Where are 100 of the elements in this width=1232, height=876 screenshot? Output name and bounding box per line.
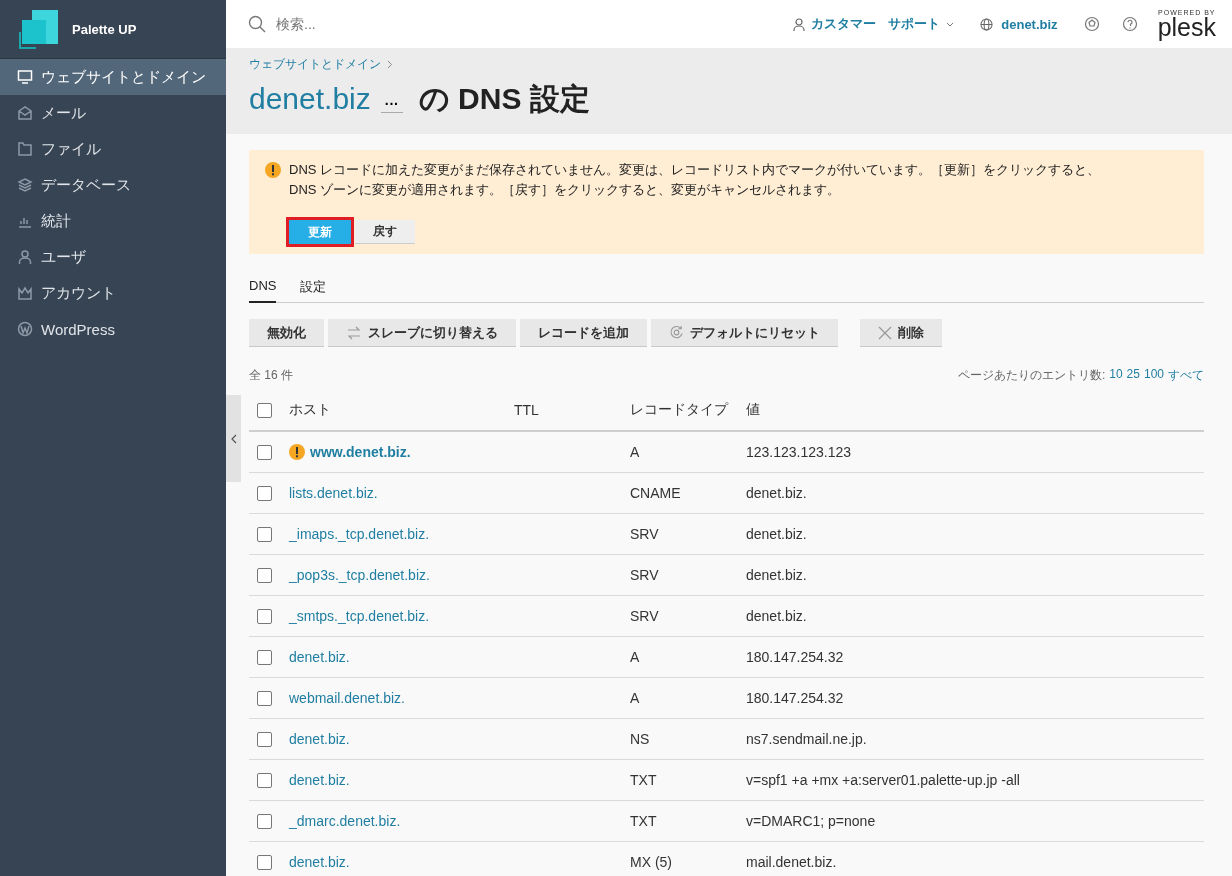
checkbox[interactable] [257,567,272,583]
checkbox[interactable] [257,690,272,706]
sidebar-item[interactable]: データベース [0,167,226,203]
toolbar-button[interactable]: スレーブに切り替える [328,319,516,347]
sidebar-item[interactable]: アカウント [0,275,226,311]
host-link[interactable]: lists.denet.biz. [289,485,378,501]
brand-name: Palette UP [72,21,137,37]
checkbox[interactable] [257,854,272,870]
table-cell-text: SRV [630,567,660,583]
chevron-icon [387,60,393,69]
crown-icon [17,285,33,301]
globe-icon [980,17,994,31]
customer-link[interactable]: カスタマー [811,15,877,33]
sidebar-item[interactable]: メール [0,95,226,131]
table-cell-text: v=DMARC1; p=none [746,813,877,829]
table-cell-text: TXT [630,813,658,829]
monitor-icon [17,69,33,85]
domain-link[interactable]: denet.biz [1001,16,1058,32]
sidebar-item[interactable]: ウェブサイトとドメイン [0,59,226,95]
table-cell-text: denet.biz. [746,485,808,501]
checkbox[interactable] [257,772,272,788]
sidebar-item[interactable]: WordPress [0,311,226,347]
table-cell-text: CNAME [630,485,682,501]
table-cell-text: 123.123.123.123 [746,444,853,460]
toolbar-button[interactable]: デフォルトにリセット [651,319,838,347]
table-cell-text: ns7.sendmail.ne.jp. [746,731,868,747]
table-cell-text: SRV [630,526,660,542]
table-cell-text: denet.biz. [746,608,808,624]
table-cell-text: denet.biz. [746,526,808,542]
swap-icon [346,325,362,340]
host-link[interactable]: webmail.denet.biz. [289,690,405,706]
table-cell-text: TXT [630,772,658,788]
page-size-link[interactable]: 10 [1109,367,1123,384]
user-icon [793,17,806,31]
logo-icon [18,8,60,50]
tab[interactable]: DNS [249,278,277,303]
search-field[interactable]: 検索... [274,15,518,33]
column-header: ホスト [289,401,332,419]
page-size-link[interactable]: すべて [1168,367,1204,384]
alert-message: DNS レコードに加えた変更がまだ保存されていません。変更は、レコードリスト内でマークが付いています。［更新］をクリックすると、DNS ゾーンに変更が適用されます。［戻す］をクリックすると、変更がキャンセルされます。 [289,161,1102,199]
sidebar-item[interactable]: ユーザ [0,239,226,275]
plesk-logo: plesk [1157,14,1216,40]
sidebar-item[interactable]: 統計 [0,203,226,239]
table-cell-text: SRV [630,608,660,624]
host-link[interactable]: _dmarc.denet.biz. [289,813,401,829]
toolbar-button[interactable]: 無効化 [249,319,324,347]
folder-icon [17,141,33,157]
table-cell-text: A [630,444,641,460]
table-cell-text: 180.147.254.32 [746,690,845,706]
domain-title-link[interactable]: denet.biz [249,82,371,116]
column-header: 値 [746,401,761,419]
host-link[interactable]: denet.biz. [289,649,350,665]
host-link[interactable]: www.denet.biz. [310,444,411,460]
layers-icon [17,177,33,193]
page-title: の DNS 設定 [418,81,590,117]
table-cell-text: A [630,690,641,706]
host-link[interactable]: denet.biz. [289,854,350,870]
checkbox[interactable] [257,731,272,747]
more-button[interactable]: ··· [380,96,403,113]
checkbox[interactable] [257,526,272,542]
host-link[interactable]: denet.biz. [289,772,350,788]
breadcrumb-link[interactable]: ウェブサイトとドメイン [249,56,381,73]
warning-icon [265,162,281,178]
total-count: 全 16 件 [249,367,293,384]
revert-button[interactable]: 戻す [355,220,415,244]
tab[interactable]: 設定 [300,278,327,302]
page-size-link[interactable]: 100 [1143,367,1164,384]
reset-icon [669,325,684,340]
sidebar-item[interactable]: ファイル [0,131,226,167]
host-link[interactable]: _imaps._tcp.denet.biz. [289,526,430,542]
table-cell-text: 180.147.254.32 [746,649,845,665]
checkbox[interactable] [257,444,272,460]
support-menu[interactable]: サポート [888,15,941,33]
toolbar-button[interactable]: 削除 [860,319,942,347]
table-cell-text: NS [630,731,651,747]
chevron-icon [230,433,237,444]
envelope-icon [17,105,33,121]
collapse-handle[interactable] [226,395,241,482]
host-link[interactable]: _smtps._tcp.denet.biz. [289,608,430,624]
checkbox[interactable] [257,485,272,501]
badge-icon[interactable] [1083,16,1100,32]
checkbox[interactable] [257,813,272,829]
checkbox[interactable] [257,608,272,624]
page-size-link[interactable]: 25 [1126,367,1140,384]
checkbox[interactable] [257,402,272,418]
user-icon [17,249,33,265]
table-cell-text: A [630,649,641,665]
caret-icon [946,21,955,27]
table-cell-text: denet.biz. [746,567,808,583]
host-link[interactable]: _pop3s._tcp.denet.biz. [289,567,430,583]
delete-icon [878,325,892,340]
per-page-label: ページあたりのエントリ数: [957,367,1106,384]
circle-logo-icon [17,321,33,337]
update-button[interactable]: 更新 [289,220,351,244]
host-link[interactable]: denet.biz. [289,731,350,747]
toolbar-button[interactable]: レコードを追加 [520,319,647,347]
checkbox[interactable] [257,649,272,665]
table-cell-text: mail.denet.biz. [746,854,838,870]
help-icon[interactable] [1121,16,1138,32]
column-header: レコードタイプ [630,401,730,419]
